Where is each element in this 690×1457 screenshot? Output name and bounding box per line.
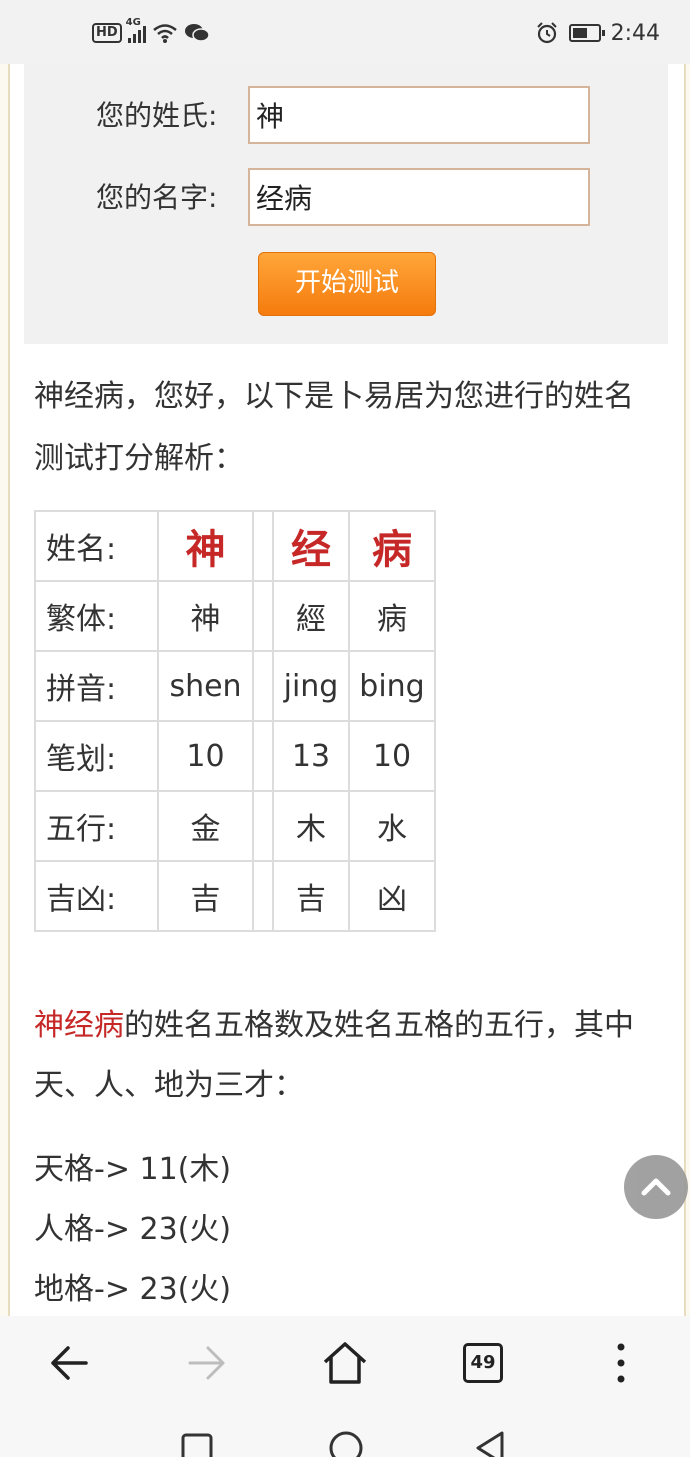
clock: 2:44	[610, 20, 660, 46]
home-icon	[323, 1342, 367, 1384]
tabs-button[interactable]: 49	[458, 1338, 508, 1388]
status-bar: HD 4G 2:44	[0, 0, 690, 64]
table-cell: 病	[348, 510, 436, 582]
table-cell: 经	[272, 510, 350, 582]
ren-ge: 人格-> 23(火)	[34, 1212, 232, 1247]
table-cell: shen	[157, 650, 254, 722]
more-vertical-icon	[617, 1343, 625, 1383]
given-name-input[interactable]: 经病	[248, 168, 590, 226]
forward-arrow-icon	[188, 1346, 225, 1380]
table-cell: 水	[348, 790, 436, 862]
start-test-button[interactable]: 开始测试	[258, 252, 436, 316]
surname-label: 您的姓氏:	[96, 99, 218, 132]
table-row: 繁体: 神 經 病	[34, 580, 436, 652]
row-label: 姓名:	[34, 510, 159, 582]
tian-ge: 天格-> 11(木)	[34, 1152, 232, 1187]
table-row: 五行: 金 木 水	[34, 790, 436, 862]
web-page: 您的姓氏: 神 您的名字: 经病 开始测试 神经病，您好，以下是卜易居为您进行的…	[8, 64, 686, 1316]
table-row: 拼音: shen jing bing	[34, 650, 436, 722]
table-cell: 神	[157, 580, 254, 652]
table-cell: 凶	[348, 860, 436, 932]
status-right: 2:44	[535, 16, 660, 50]
table-cell: 吉	[272, 860, 350, 932]
wuge-intro-text: 的姓名五格数及姓名五格的五行，其中天、人、地为三才：	[34, 1008, 634, 1103]
table-gap	[252, 860, 274, 932]
wifi-icon	[152, 24, 177, 43]
table-row: 吉凶: 吉 吉 凶	[34, 860, 436, 932]
table-gap	[252, 650, 274, 722]
table-cell: bing	[348, 650, 436, 722]
status-left: HD 4G	[92, 17, 210, 48]
given-name-label: 您的名字:	[96, 181, 218, 214]
table-cell: 吉	[157, 860, 254, 932]
table-cell: jing	[272, 650, 350, 722]
name-test-form: 您的姓氏: 神 您的名字: 经病 开始测试	[24, 64, 668, 344]
table-gap	[252, 790, 274, 862]
recent-apps-icon[interactable]	[180, 1432, 214, 1457]
table-gap	[252, 580, 274, 652]
forward-button[interactable]	[182, 1338, 232, 1388]
signal-icon: 4G	[126, 17, 146, 43]
menu-button[interactable]	[596, 1338, 646, 1388]
row-label: 五行:	[34, 790, 159, 862]
chevron-up-icon	[641, 1178, 671, 1196]
wuge-intro: 神经病的姓名五格数及姓名五格的五行，其中天、人、地为三才：	[34, 996, 654, 1116]
battery-icon	[568, 24, 605, 42]
row-label: 繁体:	[34, 580, 159, 652]
table-cell: 10	[157, 720, 254, 792]
tabs-icon: 49	[463, 1343, 503, 1383]
table-cell: 經	[272, 580, 350, 652]
surname-input[interactable]: 神	[248, 86, 590, 144]
alarm-icon	[536, 22, 557, 44]
network-type: 4G	[125, 17, 141, 28]
back-arrow-icon	[51, 1346, 88, 1380]
scroll-to-top-button[interactable]	[624, 1155, 688, 1219]
home-button[interactable]	[320, 1338, 370, 1388]
wechat-icon	[184, 24, 210, 42]
table-cell: 金	[157, 790, 254, 862]
di-ge: 地格-> 23(火)	[34, 1272, 232, 1307]
surname-row: 您的姓氏: 神	[24, 86, 668, 146]
browser-toolbar: 49	[0, 1316, 690, 1408]
row-label: 笔划:	[34, 720, 159, 792]
home-circle-icon[interactable]	[328, 1430, 364, 1457]
name-highlight[interactable]: 神经病	[34, 1008, 124, 1043]
table-cell: 病	[348, 580, 436, 652]
intro-text: 神经病，您好，以下是卜易居为您进行的姓名测试打分解析：	[34, 379, 634, 476]
system-nav-bar	[0, 1408, 690, 1457]
table-cell: 13	[272, 720, 350, 792]
back-triangle-icon[interactable]	[474, 1430, 506, 1457]
table-row: 姓名: 神 经 病	[34, 510, 436, 582]
back-button[interactable]	[44, 1338, 94, 1388]
name-analysis-table: 姓名: 神 经 病 繁体: 神 經 病 拼音: shen jing bing 笔…	[34, 510, 436, 932]
table-cell: 10	[348, 720, 436, 792]
table-cell: 神	[157, 510, 254, 582]
row-label: 吉凶:	[34, 860, 159, 932]
table-gap	[252, 720, 274, 792]
given-name-row: 您的名字: 经病	[24, 168, 668, 228]
hd-badge: HD	[92, 23, 122, 43]
table-row: 笔划: 10 13 10	[34, 720, 436, 792]
table-gap	[252, 510, 274, 582]
table-cell: 木	[272, 790, 350, 862]
row-label: 拼音:	[34, 650, 159, 722]
